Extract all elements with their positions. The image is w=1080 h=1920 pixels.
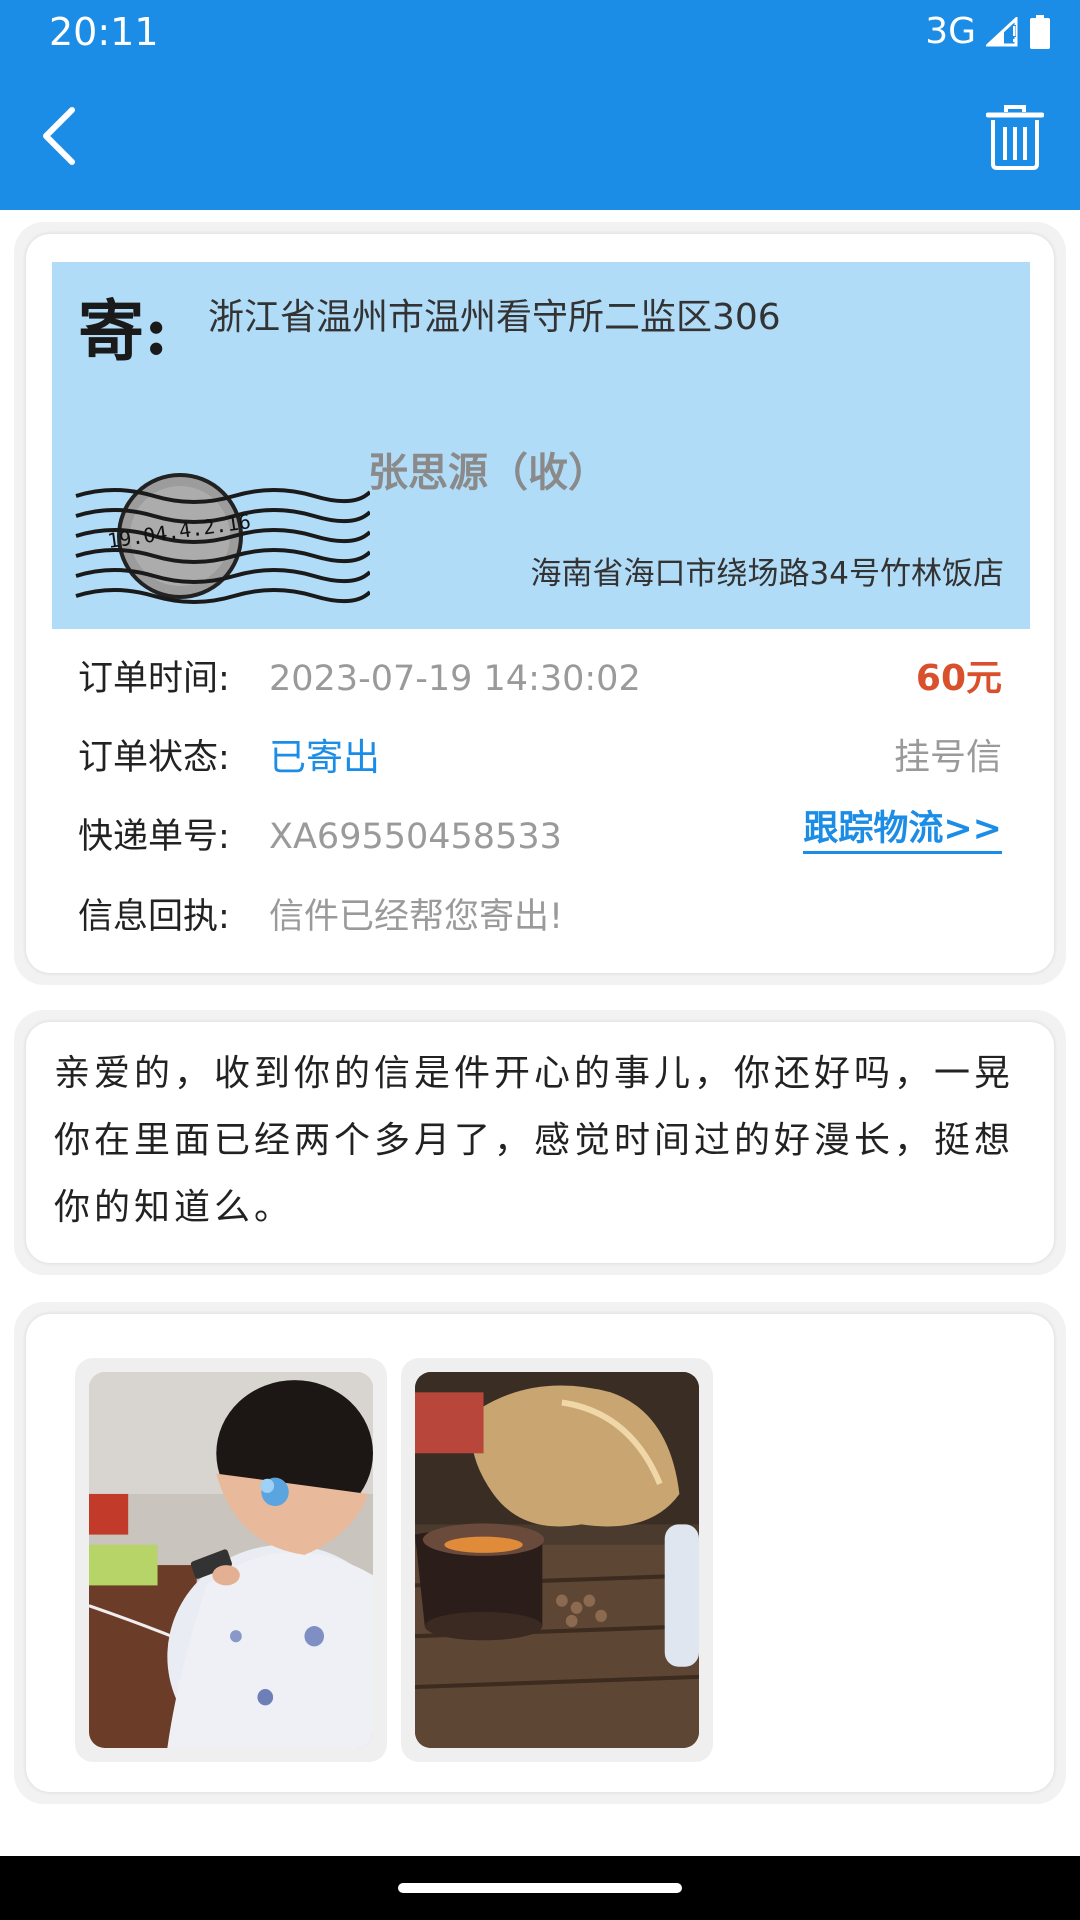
envelope: 寄: 浙江省温州市温州看守所二监区306 19.04.4.2.16 张思源（收）… — [52, 262, 1030, 629]
order-card: 寄: 浙江省温州市温州看守所二监区306 19.04.4.2.16 张思源（收）… — [14, 222, 1066, 985]
photo-girl-icon — [89, 1372, 373, 1748]
chevron-left-icon — [43, 107, 75, 165]
photos-card — [14, 1302, 1066, 1804]
postmark-icon: 19.04.4.2.16 — [74, 466, 372, 616]
order-status-value: 已寄出 — [269, 736, 380, 779]
photo-thumbnail-2[interactable] — [401, 1358, 713, 1762]
order-card-body: 寄: 浙江省温州市温州看守所二监区306 19.04.4.2.16 张思源（收）… — [26, 234, 1054, 973]
tracking-label: 快递单号: — [78, 817, 230, 857]
photo-tea-icon — [415, 1372, 699, 1748]
back-button[interactable] — [38, 104, 84, 168]
receipt-value: 信件已经帮您寄出! — [269, 897, 564, 937]
trash-icon — [985, 105, 1045, 170]
delete-button[interactable] — [985, 104, 1045, 170]
track-logistics-link[interactable]: 跟踪物流>> — [803, 807, 1002, 854]
tracking-row: 快递单号: XA69550458533 跟踪物流>> — [78, 807, 1002, 863]
signal-icon — [986, 17, 1018, 47]
home-gesture-handle[interactable] — [398, 1883, 682, 1893]
battery-icon — [1030, 15, 1050, 49]
order-status-label: 订单状态: — [78, 738, 230, 778]
photo-thumbnail-1[interactable] — [75, 1358, 387, 1762]
system-nav-bar — [0, 1856, 1080, 1920]
order-time-row: 订单时间: 2023-07-19 14:30:02 60元 — [78, 649, 1002, 705]
recipient-name: 张思源（收） — [368, 450, 608, 496]
receipt-label: 信息回执: — [78, 897, 230, 937]
recipient-address: 海南省海口市绕场路34号竹林饭店 — [530, 556, 1004, 592]
status-icons: 3G — [925, 10, 1050, 54]
order-time-value: 2023-07-19 14:30:02 — [269, 659, 641, 699]
photos-card-body — [26, 1314, 1054, 1792]
order-time-label: 订单时间: — [78, 659, 230, 699]
sender-label: 寄: — [78, 292, 169, 370]
message-card-body: 亲爱的，收到你的信是件开心的事儿，你还好吗，一晃你在里面已经两个多月了，感觉时间… — [26, 1022, 1054, 1263]
message-card: 亲爱的，收到你的信是件开心的事儿，你还好吗，一晃你在里面已经两个多月了，感觉时间… — [14, 1010, 1066, 1275]
order-status-row: 订单状态: 已寄出 挂号信 — [78, 728, 1002, 784]
status-time: 20:11 — [49, 10, 159, 54]
letter-message: 亲爱的，收到你的信是件开心的事儿，你还好吗，一晃你在里面已经两个多月了，感觉时间… — [54, 1053, 1015, 1228]
mail-type: 挂号信 — [893, 737, 1002, 778]
app-bar: 20:11 3G — [0, 0, 1080, 210]
receipt-row: 信息回执: 信件已经帮您寄出! — [78, 887, 1002, 943]
network-type: 3G — [925, 11, 976, 52]
order-price: 60元 — [915, 658, 1002, 699]
tracking-number: XA69550458533 — [269, 817, 562, 857]
sender-address: 浙江省温州市温州看守所二监区306 — [208, 297, 781, 338]
